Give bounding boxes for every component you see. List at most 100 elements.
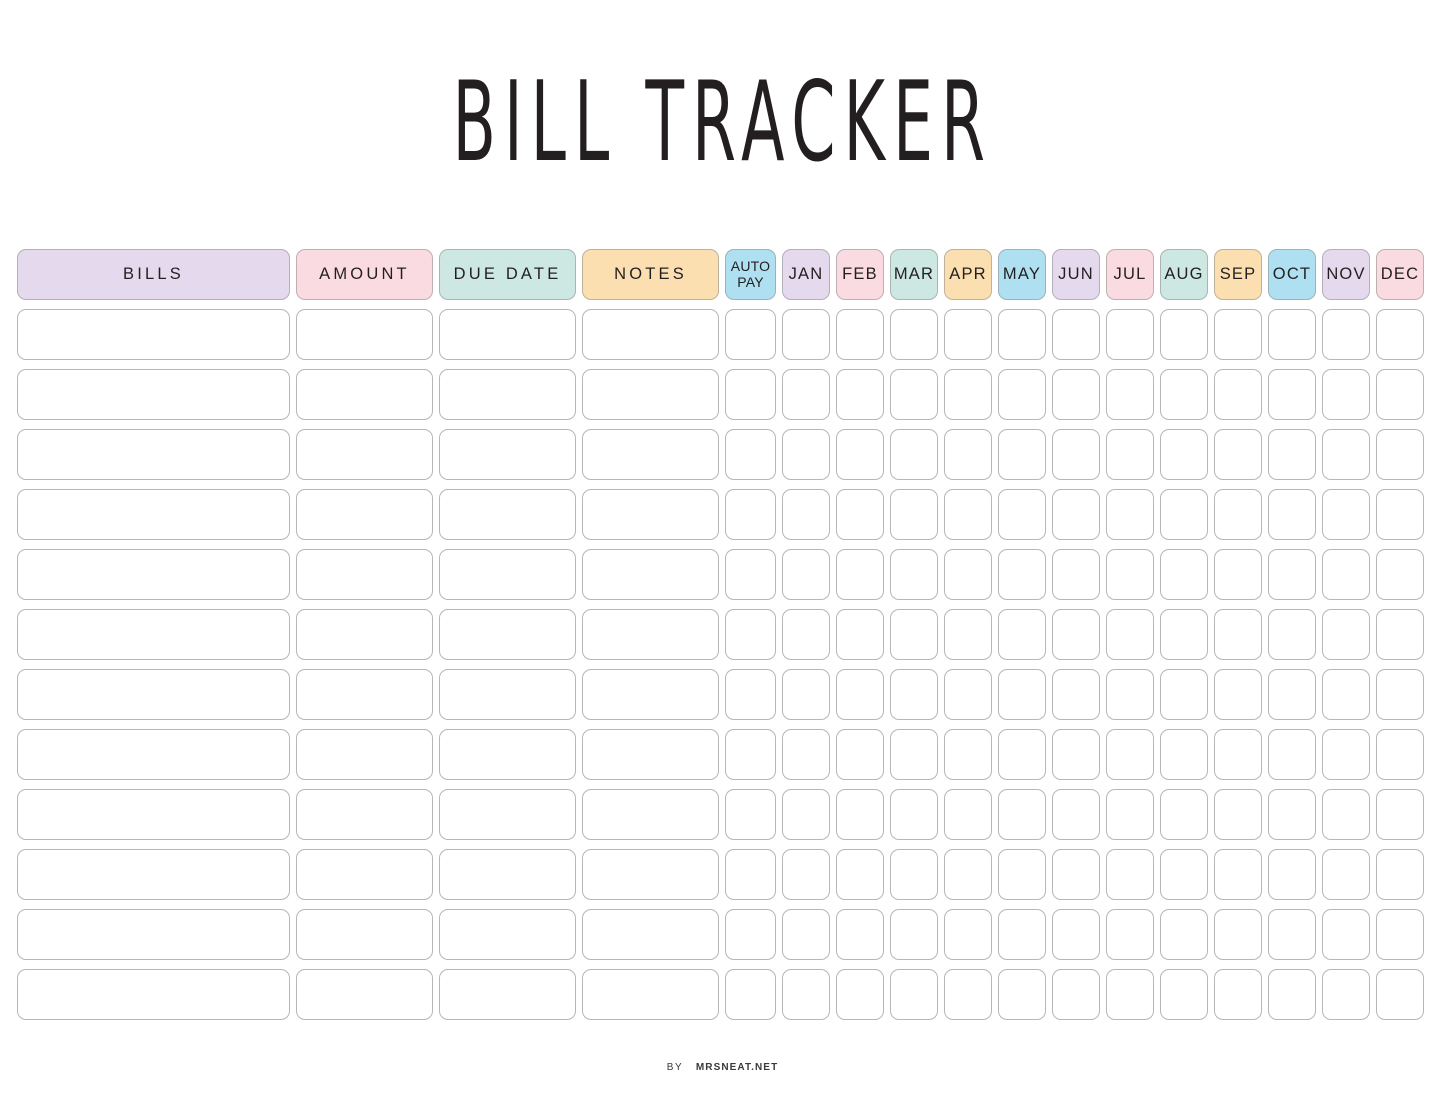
cell-jul[interactable] <box>1106 789 1154 840</box>
cell-apr[interactable] <box>944 969 992 1020</box>
cell-apr[interactable] <box>944 729 992 780</box>
cell-jun[interactable] <box>1052 549 1100 600</box>
cell-apr[interactable] <box>944 609 992 660</box>
cell-apr[interactable] <box>944 669 992 720</box>
cell-auto-pay[interactable] <box>725 909 776 960</box>
cell-aug[interactable] <box>1160 729 1208 780</box>
cell-due-date[interactable] <box>439 729 576 780</box>
cell-may[interactable] <box>998 609 1046 660</box>
column-header-auto-pay[interactable]: AUTO PAY <box>725 249 776 300</box>
cell-amount[interactable] <box>296 309 433 360</box>
cell-mar[interactable] <box>890 489 938 540</box>
cell-auto-pay[interactable] <box>725 609 776 660</box>
cell-due-date[interactable] <box>439 909 576 960</box>
cell-jul[interactable] <box>1106 669 1154 720</box>
cell-notes[interactable] <box>582 669 719 720</box>
cell-sep[interactable] <box>1214 429 1262 480</box>
cell-oct[interactable] <box>1268 429 1316 480</box>
cell-mar[interactable] <box>890 669 938 720</box>
cell-apr[interactable] <box>944 849 992 900</box>
cell-jul[interactable] <box>1106 369 1154 420</box>
cell-mar[interactable] <box>890 549 938 600</box>
column-header-notes[interactable]: NOTES <box>582 249 719 300</box>
cell-sep[interactable] <box>1214 789 1262 840</box>
cell-dec[interactable] <box>1376 549 1424 600</box>
cell-dec[interactable] <box>1376 489 1424 540</box>
cell-nov[interactable] <box>1322 309 1370 360</box>
cell-apr[interactable] <box>944 549 992 600</box>
cell-jan[interactable] <box>782 969 830 1020</box>
cell-may[interactable] <box>998 369 1046 420</box>
cell-nov[interactable] <box>1322 849 1370 900</box>
cell-feb[interactable] <box>836 429 884 480</box>
cell-dec[interactable] <box>1376 309 1424 360</box>
cell-bills[interactable] <box>17 489 290 540</box>
cell-auto-pay[interactable] <box>725 849 776 900</box>
cell-jun[interactable] <box>1052 369 1100 420</box>
cell-feb[interactable] <box>836 909 884 960</box>
cell-feb[interactable] <box>836 669 884 720</box>
cell-auto-pay[interactable] <box>725 309 776 360</box>
column-header-jun[interactable]: JUN <box>1052 249 1100 300</box>
column-header-feb[interactable]: FEB <box>836 249 884 300</box>
cell-mar[interactable] <box>890 369 938 420</box>
cell-mar[interactable] <box>890 609 938 660</box>
cell-may[interactable] <box>998 909 1046 960</box>
cell-nov[interactable] <box>1322 549 1370 600</box>
cell-dec[interactable] <box>1376 429 1424 480</box>
cell-sep[interactable] <box>1214 729 1262 780</box>
cell-nov[interactable] <box>1322 669 1370 720</box>
cell-notes[interactable] <box>582 849 719 900</box>
cell-mar[interactable] <box>890 909 938 960</box>
cell-aug[interactable] <box>1160 849 1208 900</box>
cell-sep[interactable] <box>1214 369 1262 420</box>
cell-amount[interactable] <box>296 909 433 960</box>
column-header-amount[interactable]: AMOUNT <box>296 249 433 300</box>
cell-sep[interactable] <box>1214 849 1262 900</box>
cell-nov[interactable] <box>1322 489 1370 540</box>
cell-jan[interactable] <box>782 849 830 900</box>
cell-jun[interactable] <box>1052 909 1100 960</box>
cell-sep[interactable] <box>1214 909 1262 960</box>
cell-feb[interactable] <box>836 789 884 840</box>
cell-due-date[interactable] <box>439 369 576 420</box>
cell-due-date[interactable] <box>439 309 576 360</box>
cell-bills[interactable] <box>17 849 290 900</box>
cell-oct[interactable] <box>1268 609 1316 660</box>
cell-sep[interactable] <box>1214 669 1262 720</box>
cell-nov[interactable] <box>1322 969 1370 1020</box>
cell-feb[interactable] <box>836 489 884 540</box>
cell-dec[interactable] <box>1376 969 1424 1020</box>
cell-amount[interactable] <box>296 609 433 660</box>
cell-amount[interactable] <box>296 789 433 840</box>
cell-auto-pay[interactable] <box>725 489 776 540</box>
cell-feb[interactable] <box>836 969 884 1020</box>
cell-jun[interactable] <box>1052 489 1100 540</box>
cell-bills[interactable] <box>17 309 290 360</box>
cell-dec[interactable] <box>1376 369 1424 420</box>
cell-bills[interactable] <box>17 969 290 1020</box>
cell-amount[interactable] <box>296 429 433 480</box>
cell-dec[interactable] <box>1376 609 1424 660</box>
cell-amount[interactable] <box>296 489 433 540</box>
cell-mar[interactable] <box>890 789 938 840</box>
cell-due-date[interactable] <box>439 969 576 1020</box>
cell-dec[interactable] <box>1376 729 1424 780</box>
cell-sep[interactable] <box>1214 489 1262 540</box>
cell-mar[interactable] <box>890 969 938 1020</box>
cell-nov[interactable] <box>1322 429 1370 480</box>
cell-feb[interactable] <box>836 609 884 660</box>
column-header-may[interactable]: MAY <box>998 249 1046 300</box>
cell-apr[interactable] <box>944 789 992 840</box>
cell-jan[interactable] <box>782 549 830 600</box>
cell-mar[interactable] <box>890 729 938 780</box>
cell-jul[interactable] <box>1106 549 1154 600</box>
cell-jun[interactable] <box>1052 309 1100 360</box>
cell-aug[interactable] <box>1160 969 1208 1020</box>
cell-jan[interactable] <box>782 909 830 960</box>
cell-notes[interactable] <box>582 489 719 540</box>
column-header-due-date[interactable]: DUE DATE <box>439 249 576 300</box>
column-header-dec[interactable]: DEC <box>1376 249 1424 300</box>
cell-amount[interactable] <box>296 369 433 420</box>
cell-bills[interactable] <box>17 429 290 480</box>
